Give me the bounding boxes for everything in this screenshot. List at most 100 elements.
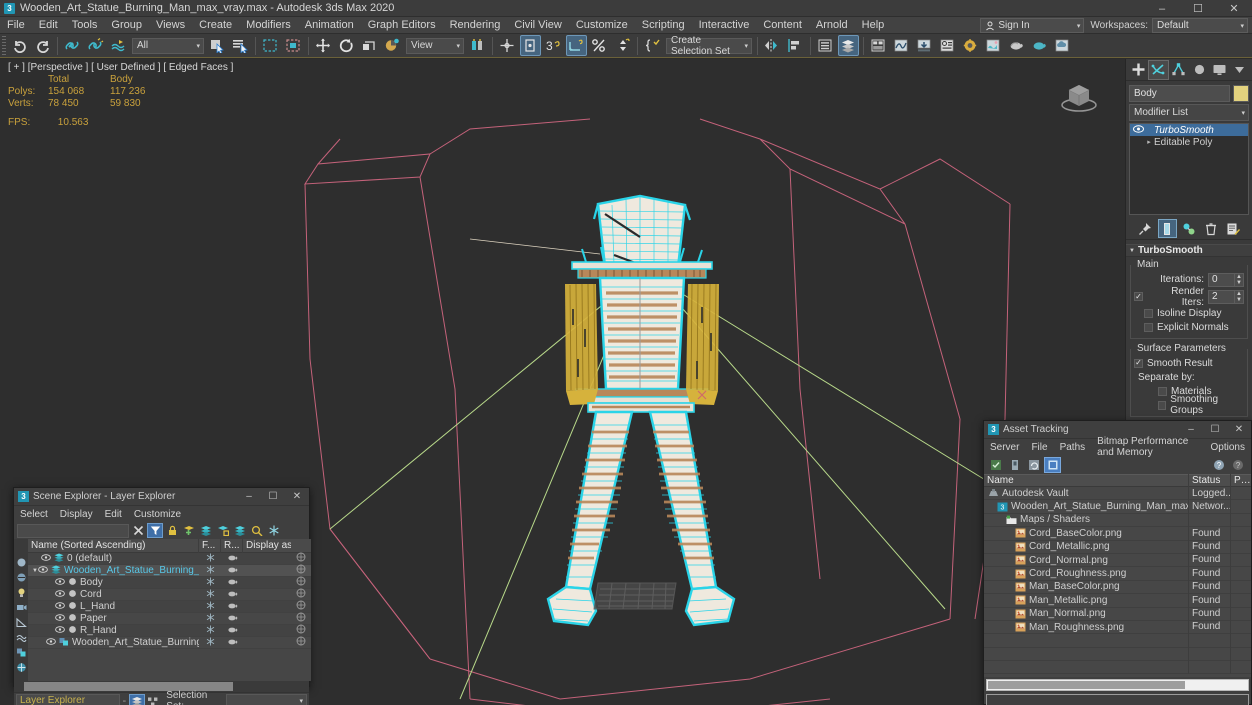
- tab-create[interactable]: [1128, 60, 1148, 80]
- extra-cell[interactable]: [291, 636, 311, 649]
- eye-icon[interactable]: [1132, 125, 1144, 135]
- visibility-eye-icon[interactable]: [55, 577, 65, 588]
- asset-tracking-row[interactable]: Man_BaseColor.png Found: [984, 580, 1251, 595]
- modifier-stack[interactable]: TurboSmooth ▸ Editable Poly: [1129, 123, 1249, 215]
- render-cell[interactable]: [221, 565, 243, 576]
- freeze-cell[interactable]: [199, 565, 221, 577]
- scene-explorer-row[interactable]: Cord: [28, 588, 311, 601]
- at-menu-server[interactable]: Server: [984, 442, 1025, 453]
- freeze-cell[interactable]: [199, 553, 221, 565]
- render-cell[interactable]: [221, 613, 243, 624]
- window-crossing-toggle-icon[interactable]: [283, 35, 304, 56]
- smoothing-groups-checkbox[interactable]: [1158, 400, 1167, 410]
- toggle-layer-explorer-icon[interactable]: [838, 35, 859, 56]
- sidebar-cameras-icon[interactable]: [14, 600, 28, 615]
- scrollbar-thumb[interactable]: [988, 681, 1185, 689]
- iterations-spinner[interactable]: 0 ▲ ▼: [1208, 272, 1244, 287]
- sidebar-helpers-icon[interactable]: [14, 615, 28, 630]
- asset-tracking-row[interactable]: 3 Wooden_Art_Statue_Burning_Man_max_vray.…: [984, 499, 1251, 514]
- tab-utilities[interactable]: [1230, 60, 1250, 80]
- explicit-normals-checkbox[interactable]: [1144, 322, 1153, 332]
- freeze-cell[interactable]: [199, 613, 221, 625]
- column-name[interactable]: Name (Sorted Ascending): [28, 538, 199, 553]
- at-menu-bitmap-performance[interactable]: Bitmap Performance and Memory: [1091, 436, 1204, 458]
- render-setup-icon[interactable]: [960, 35, 981, 56]
- sidebar-groups-icon[interactable]: [14, 645, 28, 660]
- asset-tracking-row[interactable]: Cord_Roughness.png Found: [984, 566, 1251, 581]
- sign-in-dropdown[interactable]: Sign In ▾: [980, 18, 1085, 33]
- select-and-rotate-icon[interactable]: [336, 35, 357, 56]
- scene-explorer-list[interactable]: Name (Sorted Ascending) F... R... Displa…: [28, 538, 311, 681]
- scene-explorer-row[interactable]: 0 (default): [28, 552, 311, 565]
- se-menu-select[interactable]: Select: [14, 509, 54, 520]
- column-name[interactable]: Name: [984, 474, 1189, 487]
- sidebar-xrefs-icon[interactable]: [14, 660, 28, 675]
- render-production-icon[interactable]: [1006, 35, 1027, 56]
- align-icon[interactable]: [785, 35, 806, 56]
- freeze-cell[interactable]: [199, 577, 221, 589]
- scene-explorer-horizontal-scrollbar[interactable]: [14, 681, 309, 692]
- viewcube-icon[interactable]: [1055, 73, 1103, 117]
- asset-tracking-row[interactable]: Man_Metallic.png Found: [984, 593, 1251, 608]
- toggle-scene-explorer-icon[interactable]: [815, 35, 836, 56]
- asset-tracking-row[interactable]: Cord_BaseColor.png Found: [984, 526, 1251, 541]
- visibility-eye-icon[interactable]: [38, 565, 48, 576]
- scene-explorer-row[interactable]: ▼Wooden_Art_Statue_Burning_Man: [28, 564, 311, 577]
- menu-help[interactable]: Help: [855, 17, 892, 34]
- sidebar-space-warps-icon[interactable]: [14, 630, 28, 645]
- show-end-result-icon[interactable]: [1157, 219, 1177, 238]
- menu-arnold[interactable]: Arnold: [809, 17, 855, 34]
- smooth-result-checkbox[interactable]: ✓: [1134, 358, 1143, 368]
- vault-checkin-icon[interactable]: [987, 457, 1004, 473]
- minimize-button[interactable]: –: [237, 488, 261, 506]
- sidebar-lights-icon[interactable]: [14, 585, 28, 600]
- asset-tracking-horizontal-scrollbar[interactable]: [986, 679, 1249, 691]
- object-color-swatch[interactable]: [1233, 84, 1249, 102]
- isoline-display-row[interactable]: Isoline Display: [1144, 306, 1244, 320]
- smooth-result-row[interactable]: ✓ Smooth Result: [1134, 356, 1244, 370]
- scene-explorer-row[interactable]: Paper: [28, 612, 311, 625]
- scene-explorer-window[interactable]: 3 Scene Explorer - Layer Explorer – ☐ ✕ …: [13, 487, 311, 705]
- render-iters-checkbox[interactable]: ✓: [1134, 292, 1143, 301]
- menu-views[interactable]: Views: [149, 17, 192, 34]
- turbosmooth-rollout-header[interactable]: ▼ TurboSmooth: [1126, 244, 1252, 257]
- freeze-cell[interactable]: [199, 637, 221, 649]
- menu-edit[interactable]: Edit: [32, 17, 65, 34]
- freeze-cell[interactable]: [199, 625, 221, 637]
- spinner-arrows-icon[interactable]: ▲ ▼: [1234, 273, 1243, 286]
- asset-tracking-row[interactable]: Cord_Metallic.png Found: [984, 540, 1251, 554]
- unlink-selection-icon[interactable]: [85, 35, 106, 56]
- snaps-3d-toggle-icon[interactable]: 3: [543, 35, 564, 56]
- close-button[interactable]: ✕: [285, 488, 309, 506]
- column-render[interactable]: R...: [221, 538, 243, 553]
- menu-interactive[interactable]: Interactive: [692, 17, 757, 34]
- add-layer-icon[interactable]: [181, 523, 197, 538]
- vault-refresh-icon[interactable]: [1025, 457, 1042, 473]
- rendered-frame-window-icon[interactable]: [983, 35, 1004, 56]
- angle-snap-toggle-icon[interactable]: [566, 35, 587, 56]
- menu-create[interactable]: Create: [192, 17, 239, 34]
- layer-properties-icon[interactable]: [232, 523, 248, 538]
- rectangular-selection-region-icon[interactable]: [260, 35, 281, 56]
- materials-checkbox[interactable]: [1158, 386, 1167, 396]
- column-path[interactable]: P…: [1231, 474, 1251, 487]
- selection-set-dropdown[interactable]: ▾: [225, 694, 307, 705]
- render-cell[interactable]: [221, 601, 243, 612]
- menu-content[interactable]: Content: [756, 17, 809, 34]
- column-display-as-box[interactable]: Display as Box: [243, 539, 291, 553]
- render-cell[interactable]: [221, 625, 243, 636]
- modifier-stack-item-turbosmooth[interactable]: TurboSmooth: [1130, 124, 1248, 136]
- help-icon[interactable]: ?: [1210, 457, 1227, 473]
- explicit-normals-row[interactable]: Explicit Normals: [1144, 320, 1244, 334]
- percent-snap-toggle-icon[interactable]: [589, 35, 610, 56]
- hide-unhide-icon[interactable]: [249, 523, 265, 538]
- select-and-link-icon[interactable]: [62, 35, 83, 56]
- make-unique-icon[interactable]: [1180, 219, 1199, 238]
- select-layer-objects-icon[interactable]: [215, 523, 231, 538]
- visibility-eye-icon[interactable]: [55, 589, 65, 600]
- spinner-snap-toggle-icon[interactable]: [612, 35, 633, 56]
- layers-icon[interactable]: [198, 523, 214, 538]
- asset-tracking-window[interactable]: 3 Asset Tracking – ☐ ✕ Server File Paths…: [983, 420, 1252, 705]
- menu-file[interactable]: File: [0, 17, 32, 34]
- column-status[interactable]: Status: [1189, 474, 1231, 487]
